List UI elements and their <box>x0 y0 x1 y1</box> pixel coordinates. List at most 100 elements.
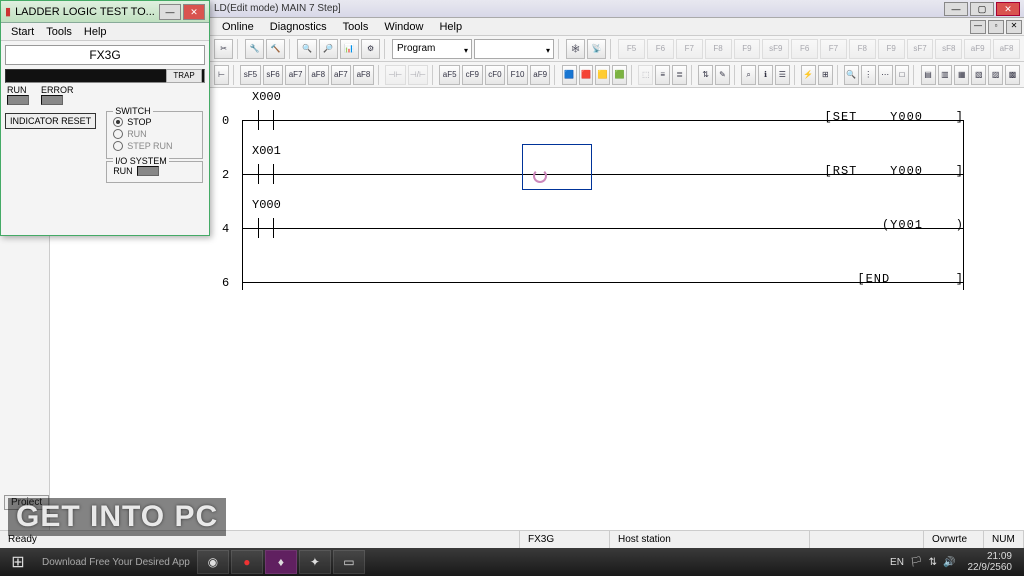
tb2-i2-icon[interactable]: ▥ <box>938 65 953 85</box>
tb-find-icon[interactable]: 🔍 <box>297 39 316 59</box>
fkey-b6: F6 <box>791 39 818 59</box>
tray-flag-icon[interactable]: 🏳 <box>910 557 923 568</box>
float-minimize-button[interactable]: — <box>159 4 181 20</box>
tb2-c3-icon[interactable]: 🟨 <box>595 65 610 85</box>
tb2-d2-icon[interactable]: ≡ <box>655 65 670 85</box>
float-close-button[interactable]: ✕ <box>183 4 205 20</box>
menu-diagnostics[interactable]: Diagnostics <box>262 21 335 33</box>
tb2-h4-icon[interactable]: □ <box>895 65 910 85</box>
tb2-sf5[interactable]: sF5 <box>240 65 261 85</box>
io-system-group: I/O SYSTEM RUN <box>106 161 203 183</box>
float-titlebar[interactable]: ▮ LADDER LOGIC TEST TO... — ✕ <box>1 1 209 23</box>
float-menu-tools[interactable]: Tools <box>40 26 78 38</box>
task-record-icon[interactable]: ● <box>231 550 263 574</box>
tb2-h3-icon[interactable]: ⋯ <box>878 65 893 85</box>
ladder-editor[interactable]: 0 X000 [SET Y000 ] 2 X001 [RST Y000 ] 4 … <box>212 88 1004 530</box>
task-pdf-icon[interactable]: ♦ <box>265 550 297 574</box>
trap-button[interactable]: TRAP <box>166 69 202 83</box>
tray-clock[interactable]: 21:09 22/9/2560 <box>962 551 1019 573</box>
output-coil[interactable]: (Y001 ) <box>882 218 964 232</box>
tb2-i6-icon[interactable]: ▩ <box>1005 65 1020 85</box>
tb2-e1-icon[interactable]: ⇅ <box>698 65 713 85</box>
tray-net-icon[interactable]: ⇅ <box>929 557 937 568</box>
minimize-button[interactable]: — <box>944 2 968 16</box>
main-title: LD(Edit mode) MAIN 7 Step] <box>214 3 944 14</box>
fkey-af8: aF8 <box>993 39 1020 59</box>
tray-lang[interactable]: EN <box>890 557 904 568</box>
tb2-g2-icon[interactable]: ⊞ <box>818 65 833 85</box>
rung-6[interactable]: 6 [END ] <box>212 250 1004 300</box>
tb2-i3-icon[interactable]: ▦ <box>954 65 969 85</box>
rung-num: 2 <box>222 168 229 182</box>
child-minimize-button[interactable]: — <box>970 20 986 34</box>
tb-mode1-icon[interactable]: 🔧 <box>245 39 264 59</box>
tb2-c4-icon[interactable]: 🟩 <box>612 65 627 85</box>
menu-window[interactable]: Window <box>376 21 431 33</box>
tb2-af7[interactable]: aF7 <box>285 65 306 85</box>
tb-net2-icon[interactable]: 📡 <box>587 39 606 59</box>
tb2-h2-icon[interactable]: ⋮ <box>861 65 876 85</box>
fkey-f7: F7 <box>676 39 703 59</box>
tb2-af8b[interactable]: aF8 <box>353 65 374 85</box>
task-chrome-icon[interactable]: ◉ <box>197 550 229 574</box>
tb2-h1-icon[interactable]: 🔍 <box>844 65 859 85</box>
tb-chart-icon[interactable]: 📊 <box>340 39 359 59</box>
tb2-cf0[interactable]: cF0 <box>485 65 506 85</box>
tb2-af7b[interactable]: aF7 <box>331 65 352 85</box>
tb2-sf6[interactable]: sF6 <box>263 65 284 85</box>
switch-stop-radio[interactable]: STOP <box>113 116 196 128</box>
switch-steprun-radio[interactable]: STEP RUN <box>113 140 196 152</box>
tb-mode2-icon[interactable]: 🔨 <box>266 39 285 59</box>
float-menu-start[interactable]: Start <box>5 26 40 38</box>
tb-find2-icon[interactable]: 🔎 <box>319 39 338 59</box>
tb2-f2-icon[interactable]: ℹ <box>758 65 773 85</box>
menu-tools[interactable]: Tools <box>335 21 377 33</box>
fkey-af9: aF9 <box>964 39 991 59</box>
start-button[interactable]: ⊞ <box>0 548 36 576</box>
tb2-i1-icon[interactable]: ▤ <box>921 65 936 85</box>
tb2-g1-icon[interactable]: ⚡ <box>801 65 816 85</box>
tb2-d3-icon[interactable]: ≣ <box>672 65 687 85</box>
task-app2-icon[interactable]: ▭ <box>333 550 365 574</box>
ladder-test-tool-window[interactable]: ▮ LADDER LOGIC TEST TO... — ✕ Start Tool… <box>0 0 210 236</box>
program-combo[interactable]: Program <box>392 39 472 59</box>
output-instr[interactable]: [RST Y000 ] <box>825 164 964 178</box>
indicator-reset-button[interactable]: INDICATOR RESET <box>5 113 96 129</box>
tray-sound-icon[interactable]: 🔊 <box>943 557 955 568</box>
project-tab[interactable]: Project <box>4 495 49 510</box>
task-app1-icon[interactable]: ✦ <box>299 550 331 574</box>
tb2-f10[interactable]: F10 <box>507 65 528 85</box>
tb2-c2-icon[interactable]: 🟥 <box>579 65 594 85</box>
tb2-af8[interactable]: aF8 <box>308 65 329 85</box>
tb2-f1-icon[interactable]: ⌕ <box>741 65 756 85</box>
tb-cut-icon[interactable]: ✂ <box>214 39 233 59</box>
float-menu-help[interactable]: Help <box>78 26 113 38</box>
rung-4[interactable]: 4 Y000 (Y001 ) <box>212 196 1004 246</box>
child-restore-button[interactable]: ▫ <box>988 20 1004 34</box>
output-instr[interactable]: [SET Y000 ] <box>825 110 964 124</box>
empty-combo[interactable] <box>474 39 554 59</box>
tb2-c1-icon[interactable]: 🟦 <box>562 65 577 85</box>
rung-2[interactable]: 2 X001 [RST Y000 ] <box>212 142 1004 192</box>
contact-label: Y000 <box>252 198 281 212</box>
cursor-selection[interactable] <box>522 144 592 190</box>
tb2-f3-icon[interactable]: ☰ <box>775 65 790 85</box>
tb2-i4-icon[interactable]: ▧ <box>971 65 986 85</box>
tb-job-icon[interactable]: ⚙ <box>361 39 380 59</box>
tb2-i5-icon[interactable]: ▨ <box>988 65 1003 85</box>
maximize-button[interactable]: ▢ <box>970 2 994 16</box>
tb-net1-icon[interactable]: 🕸 <box>566 39 585 59</box>
tb2-rung-icon[interactable]: ⊢ <box>214 65 229 85</box>
tb2-af9[interactable]: aF9 <box>530 65 551 85</box>
child-close-button[interactable]: ✕ <box>1006 20 1022 34</box>
tb2-e2-icon[interactable]: ✎ <box>715 65 730 85</box>
menu-help[interactable]: Help <box>431 21 470 33</box>
rung-0[interactable]: 0 X000 [SET Y000 ] <box>212 88 1004 138</box>
status-bar: Ready FX3G Host station Ovrwrte NUM <box>0 530 1024 548</box>
close-button[interactable]: ✕ <box>996 2 1020 16</box>
tb2-af5[interactable]: aF5 <box>439 65 460 85</box>
tb2-cf9[interactable]: cF9 <box>462 65 483 85</box>
switch-run-radio[interactable]: RUN <box>113 128 196 140</box>
status-device: FX3G <box>520 531 610 548</box>
menu-online[interactable]: Online <box>214 21 262 33</box>
